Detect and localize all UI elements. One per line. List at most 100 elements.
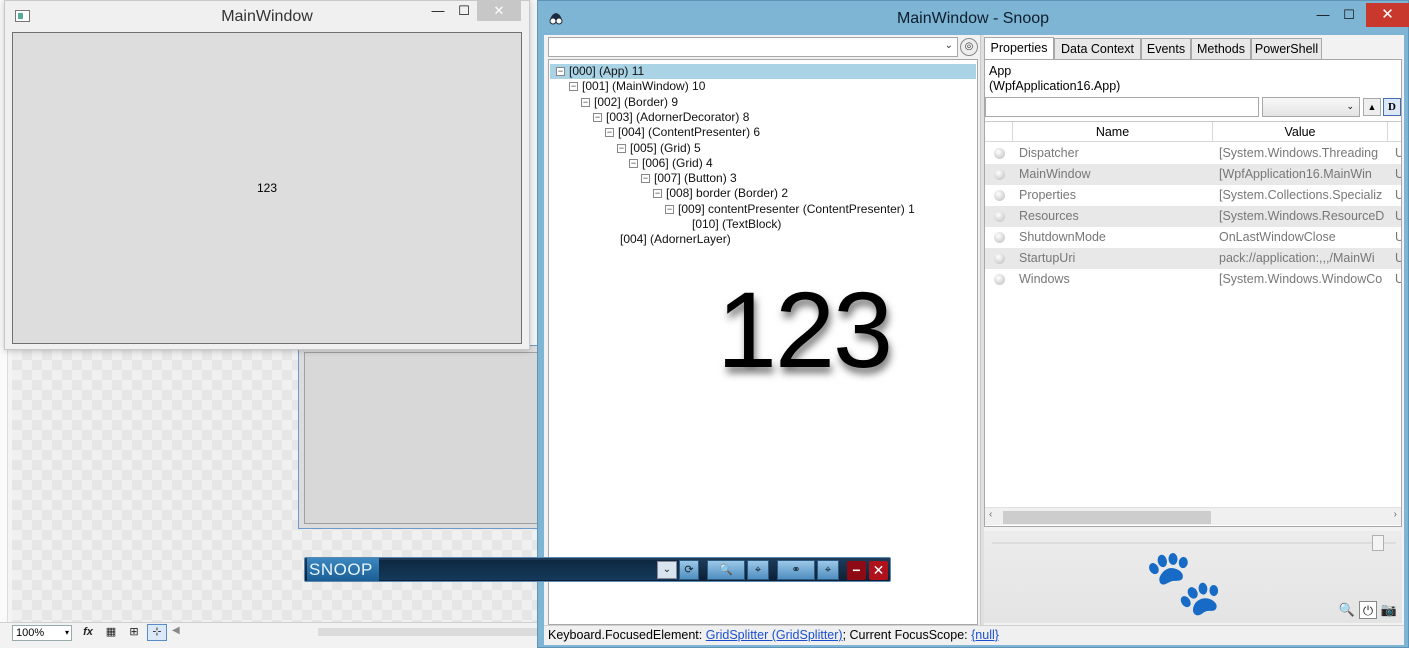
property-marker-icon[interactable] [994, 148, 1005, 159]
tree-node[interactable]: − [008] border (Border) 2 [653, 186, 788, 201]
property-value: pack://application:,,,/MainWi [1219, 251, 1375, 265]
tab-powershell[interactable]: PowerShell [1251, 38, 1322, 60]
collapse-icon[interactable]: − [629, 158, 638, 168]
tree-node[interactable]: − [003] (AdornerDecorator) 8 [593, 110, 749, 125]
property-row[interactable]: Properties [System.Collections.Specializ U [985, 185, 1401, 206]
collapse-icon[interactable]: − [665, 204, 674, 214]
grid-icon[interactable]: ▦ [101, 624, 121, 641]
snoop-maximize-button[interactable]: ☐ [1336, 5, 1362, 25]
zoom-combo[interactable]: 100% ▾ [12, 625, 72, 641]
property-marker-icon[interactable] [994, 232, 1005, 243]
designer-content-preview [304, 352, 540, 524]
properties-grid: Name Value Dispatcher [System.Windows.Thr… [985, 121, 1401, 526]
column-name[interactable]: Name [1013, 122, 1213, 142]
property-row[interactable]: Resources [System.Windows.ResourceD U [985, 206, 1401, 227]
property-value: [System.Windows.ResourceD [1219, 209, 1385, 223]
property-value-source: U [1395, 146, 1401, 160]
collapse-icon[interactable]: − [605, 128, 614, 138]
tab-data-context[interactable]: Data Context [1054, 38, 1141, 60]
collapse-icon[interactable]: − [581, 97, 590, 107]
snoop-app-combo[interactable] [379, 560, 679, 580]
collapse-icon[interactable]: − [641, 174, 650, 184]
tree-filter-combo[interactable]: ⌄ [548, 37, 958, 57]
property-marker-icon[interactable] [994, 211, 1005, 222]
ide-horizontal-scrollbar[interactable] [318, 628, 538, 636]
property-filter-input[interactable] [985, 97, 1259, 117]
collapse-icon[interactable]: − [569, 82, 578, 92]
property-marker-icon[interactable] [994, 253, 1005, 264]
formula-icon[interactable]: fx [78, 624, 98, 641]
refresh-tree-icon[interactable]: ◎ [960, 38, 978, 56]
tree-node[interactable]: [010] (TextBlock) [692, 217, 781, 232]
scroll-left-icon[interactable]: ◀ [172, 625, 180, 636]
refresh-icon[interactable]: ⟳ [679, 560, 699, 580]
property-marker-icon[interactable] [994, 274, 1005, 285]
tab-properties[interactable]: Properties [984, 37, 1054, 61]
zoom-value: 100% [16, 627, 45, 639]
zoom-slider-thumb[interactable] [1372, 535, 1384, 551]
focused-element-link[interactable]: GridSplitter (GridSplitter) [706, 628, 843, 642]
collapse-icon[interactable]: − [653, 189, 662, 199]
snoop-minimize-button[interactable]: — [1310, 5, 1336, 25]
crosshair-icon[interactable]: ⌖ [747, 560, 769, 580]
snoop-magnify-icon[interactable]: 🔍 [707, 560, 745, 580]
power-icon[interactable]: ⏻ [1359, 601, 1377, 619]
close-button[interactable]: ✕ [477, 1, 521, 21]
tab-methods[interactable]: Methods [1191, 38, 1251, 60]
scrollbar-thumb[interactable] [1003, 511, 1211, 524]
snap-lines-icon[interactable]: ⊹ [147, 624, 167, 641]
tree-node[interactable]: − [002] (Border) 9 [581, 95, 678, 110]
scroll-left-icon[interactable]: ‹ [989, 509, 992, 520]
property-row[interactable]: MainWindow [WpfApplication16.MainWin U [985, 164, 1401, 185]
snoop-logo: SNOOP [307, 558, 379, 581]
property-marker-icon[interactable] [994, 190, 1005, 201]
main-window: MainWindow — ☐ ✕ 123 [4, 0, 530, 350]
property-row[interactable]: Dispatcher [System.Windows.Threading U [985, 143, 1401, 164]
tree-node-label: [003] (AdornerDecorator) 8 [606, 109, 750, 124]
maximize-button[interactable]: ☐ [451, 1, 477, 21]
tab-events[interactable]: Events [1141, 38, 1191, 60]
content-button[interactable]: 123 [12, 32, 522, 344]
selected-object-type: (WpfApplication16.App) [989, 79, 1121, 93]
snoop-bar-close-button[interactable]: ✕ [869, 561, 888, 580]
column-value[interactable]: Value [1213, 122, 1388, 142]
property-filter-combo[interactable]: ⌄ [1262, 97, 1360, 117]
snoop-bar-minimize-button[interactable]: − [847, 561, 866, 580]
default-values-button[interactable]: D [1383, 98, 1401, 116]
collapse-icon[interactable]: − [617, 143, 626, 153]
collapse-icon[interactable]: − [556, 67, 565, 76]
scroll-right-icon[interactable]: › [1394, 509, 1397, 520]
crosshair-icon[interactable]: ⌖ [817, 560, 839, 580]
snoop-close-button[interactable]: ✕ [1366, 3, 1409, 27]
tree-node-label: [002] (Border) 9 [594, 94, 679, 109]
tree-node[interactable]: − [006] (Grid) 4 [629, 156, 713, 171]
property-value-source: U [1395, 272, 1401, 286]
collapse-icon[interactable]: − [593, 112, 602, 122]
properties-horizontal-scrollbar[interactable]: ‹ › [985, 507, 1401, 525]
tree-node-label: [005] (Grid) 5 [630, 140, 701, 155]
snap-grid-icon[interactable]: ⊞ [124, 624, 144, 641]
tree-node[interactable]: − [007] (Button) 3 [641, 171, 737, 186]
sort-up-icon[interactable]: ▲ [1363, 98, 1381, 116]
tree-node[interactable]: − [001] (MainWindow) 10 [569, 79, 705, 94]
tree-node[interactable]: − [005] (Grid) 5 [617, 141, 701, 156]
tree-node[interactable]: − [004] (ContentPresenter) 6 [605, 125, 760, 140]
minimize-button[interactable]: — [425, 1, 451, 21]
magnifier-icon[interactable]: 🔍 [1338, 601, 1356, 619]
property-row[interactable]: StartupUri pack://application:,,,/MainWi U [985, 248, 1401, 269]
tree-node[interactable]: [004] (AdornerLayer) [620, 232, 731, 247]
property-row[interactable]: ShutdownMode OnLastWindowClose U [985, 227, 1401, 248]
tree-node-label: [004] (ContentPresenter) 6 [618, 125, 761, 140]
camera-icon[interactable]: 📷 [1380, 601, 1398, 619]
tree-node[interactable]: − [009] contentPresenter (ContentPresente… [665, 202, 915, 217]
snoop-body: ⌄ ◎ − [000] (App) 11− [001] (MainWindow) 1… [544, 35, 1404, 645]
property-value: OnLastWindowClose [1219, 230, 1336, 244]
snoop-window: MainWindow - Snoop — ☐ ✕ ⌄ ◎ − [000] (App… [537, 0, 1409, 648]
snoop-toolbar: SNOOP ⌄ ⟳ 🔍 ⌖ ⚭ ⌖ − ✕ [304, 557, 891, 582]
binoculars-icon[interactable]: ⚭ [777, 560, 815, 580]
property-marker-icon[interactable] [994, 169, 1005, 180]
chevron-down-icon[interactable]: ⌄ [657, 561, 677, 579]
focus-scope-link[interactable]: {null} [971, 628, 999, 642]
property-row[interactable]: Windows [System.Windows.WindowCo U [985, 269, 1401, 290]
tree-node[interactable]: − [000] (App) 11 [550, 64, 976, 79]
